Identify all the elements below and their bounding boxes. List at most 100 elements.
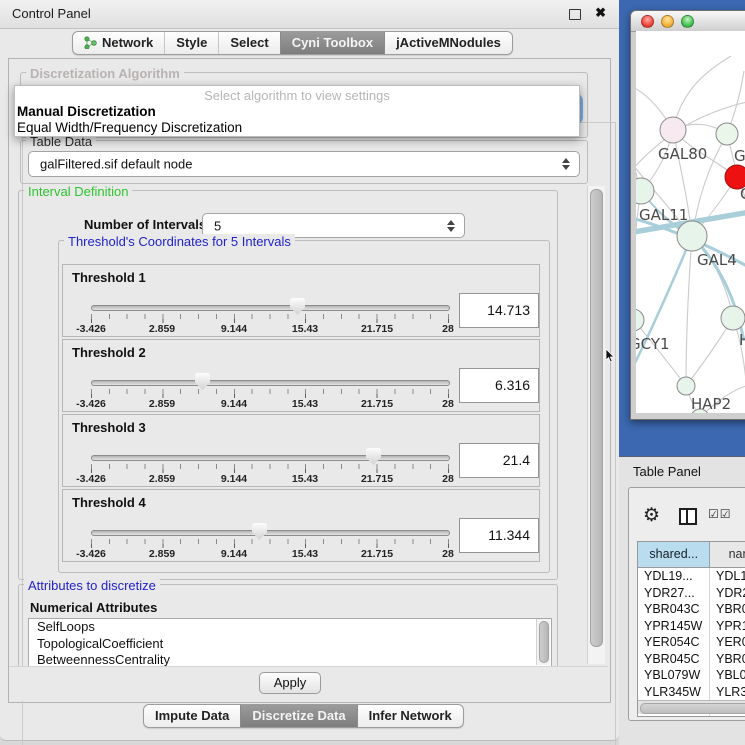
tab-style-label: Style (176, 35, 207, 50)
threshold-1-panel: Threshold 1 -3.426 2.859 9.144 15.43 21.… (62, 264, 540, 337)
list-item-selfloops[interactable]: SelfLoops (29, 619, 551, 636)
threshold-1-slider-thumb[interactable] (290, 298, 305, 315)
network-window-titlebar (631, 11, 745, 32)
threshold-3-slider-track[interactable] (91, 455, 450, 461)
table-row[interactable]: YPR145WYPR14 (638, 618, 745, 635)
tab-network[interactable]: Network (73, 32, 164, 54)
tab-infer-network[interactable]: Infer Network (357, 705, 463, 727)
threshold-2-value-field[interactable]: 6.316 (459, 368, 539, 403)
list-item-topologicalcoefficient[interactable]: TopologicalCoefficient (29, 636, 551, 653)
popup-option-equal-width-frequency[interactable]: Equal Width/Frequency Discretization (15, 120, 579, 136)
close-traffic-light[interactable] (641, 15, 654, 28)
popup-option-manual-discretization[interactable]: Manual Discretization (15, 104, 579, 120)
control-panel-window: Control Panel ✖ Network Style Select Cyn… (0, 0, 619, 741)
tab-jactivemnodules[interactable]: jActiveMNodules (384, 32, 512, 54)
table-horizontal-scrollbar[interactable] (638, 700, 745, 714)
tick-label: 2.859 (149, 398, 175, 410)
window-title: Control Panel (12, 6, 91, 21)
tick-label: 21.715 (361, 323, 393, 335)
numerical-attributes-list[interactable]: SelfLoops TopologicalCoefficient Between… (28, 618, 552, 668)
discretization-algorithm-group-label: Discretization Algorithm (26, 66, 184, 81)
tab-style[interactable]: Style (164, 32, 218, 54)
table-row[interactable]: YDL19...YDL19 (638, 568, 745, 585)
label-gal4: GAL4 (697, 251, 737, 269)
threshold-3-slider-thumb[interactable] (366, 448, 381, 465)
tick-label: 2.859 (149, 548, 175, 560)
attributes-group-label: Attributes to discretize (24, 578, 160, 593)
table-row[interactable]: YBL079WYBL07 (638, 667, 745, 684)
label-partial-h: H (739, 331, 745, 349)
tab-impute-data[interactable]: Impute Data (144, 705, 240, 727)
threshold-2-slider-track[interactable] (91, 380, 450, 386)
table-row[interactable]: YER054CYER05 (638, 634, 745, 651)
label-gcy1: GCY1 (636, 335, 670, 353)
cell-name: YBL07 (710, 667, 745, 684)
table-row[interactable]: YBR043CYBR04 (638, 601, 745, 618)
tick-label: 9.144 (221, 398, 247, 410)
tick-label: 28 (442, 398, 454, 410)
attributes-list-scrollbar[interactable] (536, 619, 550, 665)
screen: Control Panel ✖ Network Style Select Cyn… (0, 0, 745, 745)
threshold-4-value-field[interactable]: 11.344 (459, 518, 539, 553)
tab-cyni-toolbox[interactable]: Cyni Toolbox (280, 32, 384, 54)
threshold-1-slider-track[interactable] (91, 305, 450, 311)
cell-shared: YBL079W (638, 667, 710, 684)
split-columns-icon[interactable] (679, 508, 697, 525)
spinner-arrows-icon (447, 220, 455, 232)
apply-button[interactable]: Apply (259, 672, 321, 694)
table-row[interactable]: YLR345WYLR34 (638, 684, 745, 701)
tab-discretize-data[interactable]: Discretize Data (240, 705, 356, 727)
tab-impute-data-label: Impute Data (155, 708, 229, 723)
thresholds-group-label: Threshold's Coordinates for 5 Intervals (64, 234, 295, 249)
table-row[interactable]: YDR27...YDR27 (638, 585, 745, 602)
node-gal80[interactable] (660, 117, 686, 143)
threshold-4-label: Threshold 4 (72, 495, 146, 510)
label-partial-g: GA (734, 147, 745, 165)
threshold-2-slider-thumb[interactable] (195, 373, 210, 390)
node-h[interactable] (721, 306, 745, 330)
tab-select[interactable]: Select (218, 32, 279, 54)
tab-cyni-toolbox-label: Cyni Toolbox (292, 35, 373, 50)
tick-label: -3.426 (76, 548, 106, 560)
cell-shared: YPR145W (638, 618, 710, 635)
minimize-traffic-light[interactable] (661, 15, 674, 28)
zoom-traffic-light[interactable] (681, 15, 694, 28)
cell-name: YBR04 (710, 651, 745, 668)
node-pale-green[interactable] (716, 123, 738, 145)
tab-jactivemnodules-label: jActiveMNodules (396, 35, 501, 50)
cell-shared: YBR043C (638, 601, 710, 618)
node-gal11[interactable] (636, 178, 654, 204)
close-icon[interactable]: ✖ (595, 5, 606, 21)
tab-discretize-data-label: Discretize Data (252, 708, 345, 723)
slider-ticks (91, 539, 449, 548)
threshold-4-slider-thumb[interactable] (252, 523, 267, 540)
interval-definition-group-label: Interval Definition (24, 184, 132, 199)
node-gal4[interactable] (677, 221, 707, 251)
float-window-icon[interactable] (569, 9, 581, 20)
table-data-combobox[interactable]: galFiltered.sif default node (28, 151, 580, 177)
tick-label: 21.715 (361, 548, 393, 560)
tick-label: 21.715 (361, 398, 393, 410)
combo-arrows-icon (562, 158, 570, 170)
tick-label: -3.426 (76, 323, 106, 335)
node-gcy1[interactable] (636, 309, 644, 331)
tick-label: 28 (442, 323, 454, 335)
node-hap2[interactable] (677, 377, 695, 395)
panel-vertical-scrollbar[interactable] (587, 186, 605, 664)
threshold-4-slider-track[interactable] (91, 530, 450, 536)
network-canvas[interactable]: GAL80 GA GAL11 C GAL4 GCY1 H HAP2 (636, 31, 745, 413)
tick-label: 9.144 (221, 548, 247, 560)
tick-label: 2.859 (149, 473, 175, 485)
table-row[interactable]: YBR045CYBR04 (638, 651, 745, 668)
select-columns-icon[interactable]: ☑☑ (708, 507, 732, 521)
threshold-3-value-field[interactable]: 21.4 (459, 443, 539, 478)
node-attribute-table[interactable]: shared... name YDL19...YDL19 YDR27...YDR… (637, 541, 745, 717)
cell-name: YBR04 (710, 601, 745, 618)
threshold-1-value-field[interactable]: 14.713 (459, 293, 539, 328)
tick-label: 21.715 (361, 473, 393, 485)
slider-ticks (91, 389, 449, 398)
column-header-shared-name[interactable]: shared... (638, 542, 710, 567)
gear-icon[interactable]: ⚙ (643, 506, 660, 525)
network-icon (84, 36, 97, 49)
column-header-name[interactable]: name (710, 542, 745, 567)
